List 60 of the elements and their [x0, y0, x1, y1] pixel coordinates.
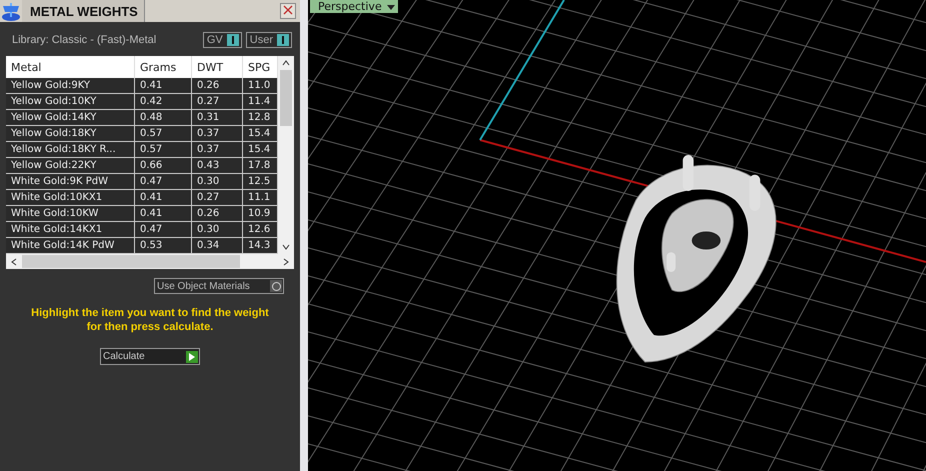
table-cell: 11.0	[243, 78, 278, 94]
table-cell: 10.9	[243, 206, 278, 222]
table-cell: 0.57	[135, 142, 192, 158]
table-cell: Yellow Gold:9KY	[6, 78, 135, 94]
panel-title: METAL WEIGHTS	[22, 0, 145, 22]
table-cell: Yellow Gold:18KY R...	[6, 142, 135, 158]
scrollbar-thumb[interactable]	[22, 255, 240, 268]
table-cell: 0.42	[135, 94, 192, 110]
table-cell: Yellow Gold:14KY	[6, 110, 135, 126]
table-cell: 0.41	[135, 190, 192, 206]
table-cell: 0.26	[192, 78, 243, 94]
table-cell: 0.26	[192, 206, 243, 222]
table-cell: 15.4	[243, 142, 278, 158]
table-cell: 0.37	[192, 142, 243, 158]
table-cell: 0.66	[135, 158, 192, 174]
close-button[interactable]	[280, 3, 296, 19]
table-cell: 0.30	[192, 222, 243, 238]
table-cell: 14.3	[243, 238, 278, 254]
table-cell: 0.53	[135, 238, 192, 254]
table-cell: 11.1	[243, 190, 278, 206]
horizontal-scrollbar[interactable]	[6, 254, 294, 269]
table-cell: 0.37	[192, 126, 243, 142]
table-cell: 12.5	[243, 174, 278, 190]
table-cell: 0.27	[192, 94, 243, 110]
table-cell: 0.57	[135, 126, 192, 142]
vertical-scrollbar[interactable]	[278, 56, 294, 254]
calculate-button[interactable]: Calculate	[100, 348, 200, 365]
table-cell: 15.4	[243, 126, 278, 142]
table-cell: 0.48	[135, 110, 192, 126]
table-cell: White Gold:10KX1	[6, 190, 135, 206]
table-cell: 0.43	[192, 158, 243, 174]
table-cell: Yellow Gold:18KY	[6, 126, 135, 142]
instruction-text: Highlight the item you want to find the weight for then press calculate.	[30, 306, 270, 334]
view-dropdown[interactable]: Perspective	[310, 0, 398, 13]
table-cell: 12.6	[243, 222, 278, 238]
toggle-button[interactable]: GV	[202, 32, 242, 48]
library-label: Library: Classic - (Fast)-Metal	[12, 34, 158, 46]
close-icon	[283, 5, 293, 15]
table-cell: 0.30	[192, 174, 243, 190]
table-cell: 17.8	[243, 158, 278, 174]
use-object-materials-toggle[interactable]: Use Object Materials	[154, 278, 284, 294]
table-cell: 0.27	[192, 190, 243, 206]
toggle-button[interactable]: User	[246, 32, 292, 48]
table-cell: 0.41	[135, 78, 192, 94]
play-icon	[189, 352, 195, 360]
table-cell: White Gold:9K PdW	[6, 174, 135, 190]
table-cell: 0.47	[135, 222, 192, 238]
scrollbar-thumb[interactable]	[280, 70, 292, 126]
table-cell: 12.8	[243, 110, 278, 126]
table-cell: 11.4	[243, 94, 278, 110]
table-cell: 0.41	[135, 206, 192, 222]
table-cell: Yellow Gold:22KY	[6, 158, 135, 174]
table-cell: White Gold:14KX1	[6, 222, 135, 238]
scale-icon	[0, 0, 22, 22]
table-cell: White Gold:14K PdW	[6, 238, 135, 254]
table-cell: 0.34	[192, 238, 243, 254]
table-cell: 0.47	[135, 174, 192, 190]
table-cell: Yellow Gold:10KY	[6, 94, 135, 110]
table-cell: 0.31	[192, 110, 243, 126]
table-cell: White Gold:10KW	[6, 206, 135, 222]
